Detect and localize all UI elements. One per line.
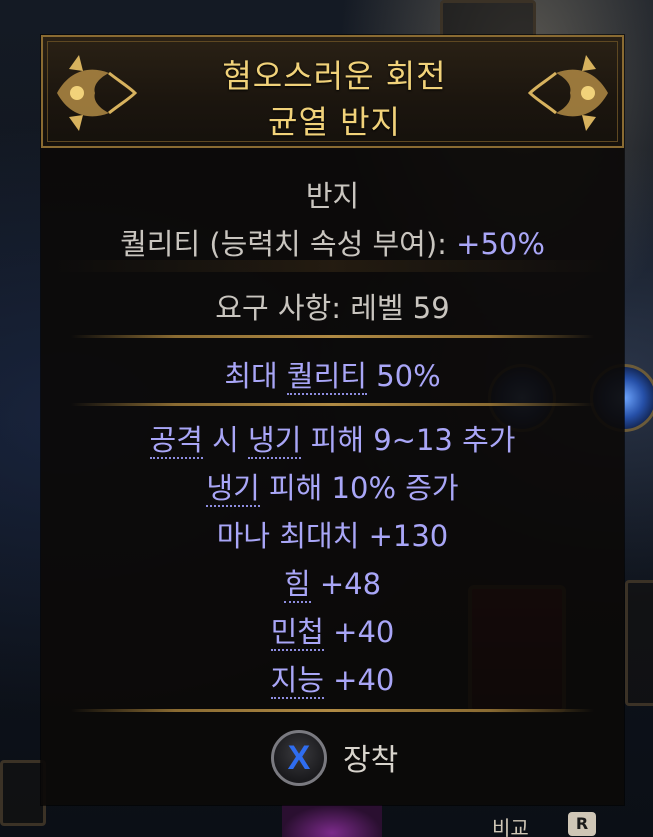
quality-label: 퀄리티 (능력치 속성 부여): xyxy=(120,227,447,261)
item-type: 반지 xyxy=(305,179,360,213)
item-mod: 공격 시 냉기 피해 9~13 추가 xyxy=(41,417,624,459)
item-base-name: 균열 반지 xyxy=(268,103,401,141)
section-divider xyxy=(71,403,594,406)
mod-text: 피해 10% 증가 xyxy=(259,471,459,505)
item-mod: 냉기 피해 10% 증가 xyxy=(41,465,624,507)
quality-value: +50% xyxy=(456,227,545,261)
item-name-header: 혐오스러운 회전 균열 반지 xyxy=(41,35,624,148)
quality-term[interactable]: 퀄리티 xyxy=(286,359,367,395)
compare-key-icon[interactable]: R xyxy=(568,812,596,836)
inventory-item-icon[interactable] xyxy=(282,805,382,837)
max-quality-value: 50% xyxy=(376,359,441,393)
mod-text: +40 xyxy=(323,615,395,649)
x-button-icon[interactable]: X xyxy=(271,730,327,786)
item-mod: 힘 +48 xyxy=(41,561,624,603)
section-divider xyxy=(71,335,594,338)
mod-text: +48 xyxy=(310,567,382,601)
max-quality-word: 최대 xyxy=(224,359,278,393)
mod-text: 피해 9~13 추가 xyxy=(301,423,516,457)
item-tooltip: 혐오스러운 회전 균열 반지 반지 퀄리티 (능력치 속성 부여): +50% … xyxy=(41,35,624,805)
section-divider xyxy=(53,260,612,272)
mod-term[interactable]: 냉기 xyxy=(206,471,260,507)
mod-term[interactable]: 민첩 xyxy=(270,615,324,651)
item-mod: 민첩 +40 xyxy=(41,609,624,651)
mod-text: 마나 최대치 +130 xyxy=(216,519,449,553)
max-quality-line: 최대 퀄리티 50% xyxy=(41,353,624,395)
item-name: 혐오스러운 회전 xyxy=(222,57,447,95)
inventory-slot-frame xyxy=(0,760,46,826)
item-mod: 마나 최대치 +130 xyxy=(41,513,624,555)
mod-text: +40 xyxy=(323,663,395,697)
mod-term[interactable]: 힘 xyxy=(283,567,311,603)
item-quality: 퀄리티 (능력치 속성 부여): +50% xyxy=(41,221,624,263)
item-requirements: 요구 사항: 레벨 59 xyxy=(215,291,450,325)
equip-action-label[interactable]: 장착 xyxy=(343,735,398,779)
mod-term[interactable]: 공격 xyxy=(149,423,203,459)
game-screen: 비교 R 혐오스러운 회전 균열 반지 반지 퀄리티 (능력치 속성 부여): … xyxy=(0,0,653,837)
section-divider xyxy=(71,709,594,712)
mod-text: 시 xyxy=(202,423,249,457)
compare-tab-label: 비교 xyxy=(492,816,529,837)
mod-term[interactable]: 지능 xyxy=(270,663,324,699)
item-mod: 지능 +40 xyxy=(41,657,624,699)
inventory-slot-frame xyxy=(625,580,653,706)
mod-term[interactable]: 냉기 xyxy=(248,423,302,459)
x-button-glyph: X xyxy=(287,738,311,777)
